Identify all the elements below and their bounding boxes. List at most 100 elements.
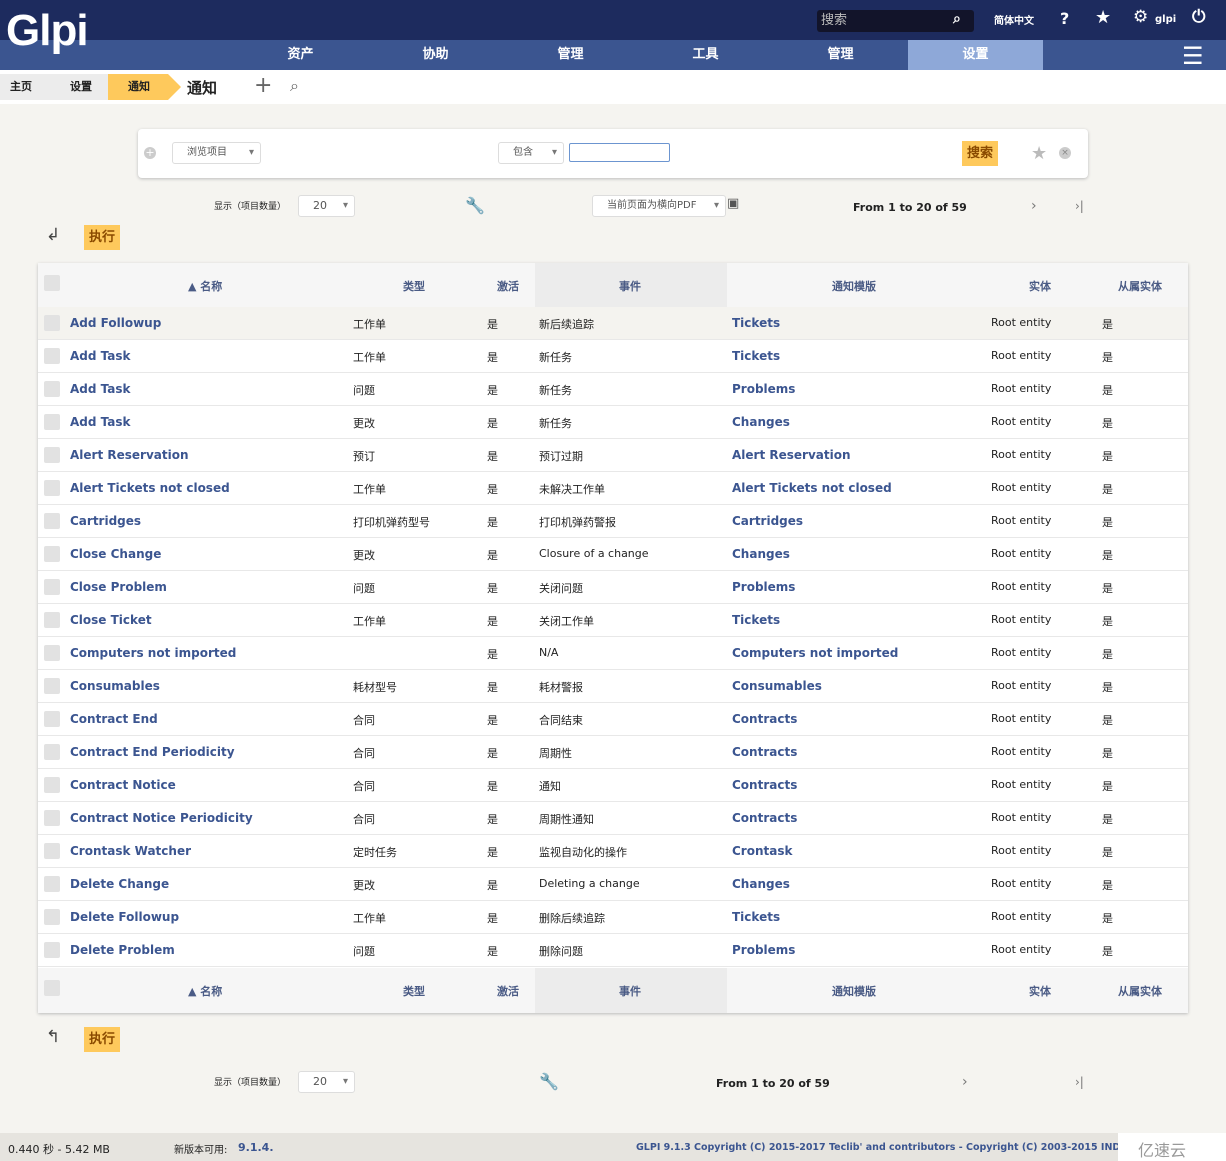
row-checkbox[interactable] <box>44 909 60 925</box>
global-search-input[interactable]: 搜索 <box>817 10 974 32</box>
per-page-select-bottom[interactable]: 20 <box>298 1071 355 1093</box>
row-checkbox[interactable] <box>44 348 60 364</box>
cell-name-link[interactable]: Delete Change <box>70 877 169 891</box>
menu-item-4[interactable]: 管理 <box>773 40 908 70</box>
cell-template-link[interactable]: Computers not imported <box>732 646 898 660</box>
operator-select[interactable]: 包含 <box>498 142 564 164</box>
help-icon[interactable]: ? <box>1060 9 1069 28</box>
column-header-event[interactable]: 事件 <box>619 278 641 294</box>
cell-name-link[interactable]: Add Task <box>70 415 131 429</box>
cell-template-link[interactable]: Tickets <box>732 349 780 363</box>
breadcrumb-settings[interactable]: 设置 <box>60 74 108 100</box>
row-checkbox[interactable] <box>44 513 60 529</box>
add-criteria-icon[interactable]: + <box>144 147 156 159</box>
last-page-icon[interactable]: ›| <box>1075 1075 1084 1089</box>
language-link[interactable]: 简体中文 <box>994 12 1034 27</box>
column-header-name[interactable]: ▲ 名称 <box>188 278 222 294</box>
cell-template-link[interactable]: Problems <box>732 382 795 396</box>
search-icon[interactable]: ⌕ <box>953 11 961 27</box>
cell-template-link[interactable]: Problems <box>732 943 795 957</box>
column-header-active[interactable]: 激活 <box>497 278 519 294</box>
column-header-entity[interactable]: 实体 <box>1029 278 1051 294</box>
row-checkbox[interactable] <box>44 315 60 331</box>
column-header-name[interactable]: ▲ 名称 <box>188 983 222 999</box>
row-checkbox[interactable] <box>44 678 60 694</box>
select-all-checkbox[interactable] <box>44 275 60 291</box>
cell-template-link[interactable]: Alert Tickets not closed <box>732 481 892 495</box>
gear-icon[interactable]: ⚙ <box>1133 7 1148 27</box>
cell-name-link[interactable]: Contract Notice <box>70 778 176 792</box>
save-icon[interactable]: ▣ <box>727 196 739 211</box>
column-header-template[interactable]: 通知模版 <box>832 983 876 999</box>
row-checkbox[interactable] <box>44 645 60 661</box>
cell-template-link[interactable]: Crontask <box>732 844 792 858</box>
row-checkbox[interactable] <box>44 447 60 463</box>
field-select[interactable]: 浏览项目 <box>172 142 261 164</box>
menu-item-3[interactable]: 工具 <box>638 40 773 70</box>
row-checkbox[interactable] <box>44 711 60 727</box>
cell-template-link[interactable]: Changes <box>732 415 790 429</box>
breadcrumb-home[interactable]: 主页 <box>0 74 60 100</box>
row-checkbox[interactable] <box>44 612 60 628</box>
per-page-select[interactable]: 20 <box>298 195 355 217</box>
cell-name-link[interactable]: Close Problem <box>70 580 167 594</box>
column-header-child-entity[interactable]: 从属实体 <box>1118 278 1162 294</box>
export-select[interactable]: 当前页面为横向PDF <box>592 195 726 217</box>
row-checkbox[interactable] <box>44 810 60 826</box>
cell-template-link[interactable]: Contracts <box>732 745 797 759</box>
cell-name-link[interactable]: Add Task <box>70 349 131 363</box>
star-icon[interactable]: ★ <box>1095 7 1111 28</box>
menu-item-1[interactable]: 协助 <box>368 40 503 70</box>
cell-name-link[interactable]: Add Followup <box>70 316 161 330</box>
cell-template-link[interactable]: Problems <box>732 580 795 594</box>
column-header-type[interactable]: 类型 <box>403 278 425 294</box>
wrench-icon[interactable]: 🔧 <box>465 196 485 215</box>
copyright-link[interactable]: GLPI 9.1.3 Copyright (C) 2015-2017 Tecli… <box>636 1142 1155 1153</box>
cell-name-link[interactable]: Contract End Periodicity <box>70 745 235 759</box>
row-checkbox[interactable] <box>44 480 60 496</box>
row-checkbox[interactable] <box>44 843 60 859</box>
column-header-child-entity[interactable]: 从属实体 <box>1118 983 1162 999</box>
cell-name-link[interactable]: Delete Problem <box>70 943 175 957</box>
row-checkbox[interactable] <box>44 381 60 397</box>
add-icon[interactable]: + <box>254 73 272 98</box>
cell-template-link[interactable]: Cartridges <box>732 514 803 528</box>
column-header-active[interactable]: 激活 <box>497 983 519 999</box>
cell-name-link[interactable]: Close Change <box>70 547 161 561</box>
last-page-icon[interactable]: ›| <box>1075 199 1084 213</box>
column-header-template[interactable]: 通知模版 <box>832 278 876 294</box>
menu-item-2[interactable]: 管理 <box>503 40 638 70</box>
menu-item-5[interactable]: 设置 <box>908 40 1043 70</box>
select-all-checkbox[interactable] <box>44 980 60 996</box>
cell-name-link[interactable]: Delete Followup <box>70 910 179 924</box>
user-link[interactable]: glpi <box>1155 14 1176 25</box>
row-checkbox[interactable] <box>44 744 60 760</box>
cell-name-link[interactable]: Close Ticket <box>70 613 152 627</box>
row-checkbox[interactable] <box>44 579 60 595</box>
row-checkbox[interactable] <box>44 546 60 562</box>
cell-name-link[interactable]: Alert Tickets not closed <box>70 481 230 495</box>
next-page-icon[interactable]: › <box>962 1074 968 1090</box>
search-button[interactable]: 搜索 <box>962 141 998 166</box>
row-checkbox[interactable] <box>44 876 60 892</box>
cell-template-link[interactable]: Consumables <box>732 679 822 693</box>
save-search-star-icon[interactable]: ★ <box>1031 143 1047 164</box>
cell-template-link[interactable]: Alert Reservation <box>732 448 851 462</box>
cell-name-link[interactable]: Consumables <box>70 679 160 693</box>
cell-template-link[interactable]: Tickets <box>732 910 780 924</box>
column-header-type[interactable]: 类型 <box>403 983 425 999</box>
row-checkbox[interactable] <box>44 942 60 958</box>
cell-template-link[interactable]: Tickets <box>732 316 780 330</box>
glpi-logo[interactable]: Glpi <box>6 6 89 56</box>
cell-name-link[interactable]: Crontask Watcher <box>70 844 191 858</box>
cell-name-link[interactable]: Computers not imported <box>70 646 236 660</box>
cell-name-link[interactable]: Alert Reservation <box>70 448 189 462</box>
next-page-icon[interactable]: › <box>1031 198 1037 214</box>
cell-template-link[interactable]: Changes <box>732 547 790 561</box>
column-header-event[interactable]: 事件 <box>619 983 641 999</box>
cell-template-link[interactable]: Changes <box>732 877 790 891</box>
wrench-icon[interactable]: 🔧 <box>539 1072 559 1091</box>
search-value-input[interactable] <box>569 143 670 162</box>
row-checkbox[interactable] <box>44 777 60 793</box>
cell-template-link[interactable]: Contracts <box>732 712 797 726</box>
